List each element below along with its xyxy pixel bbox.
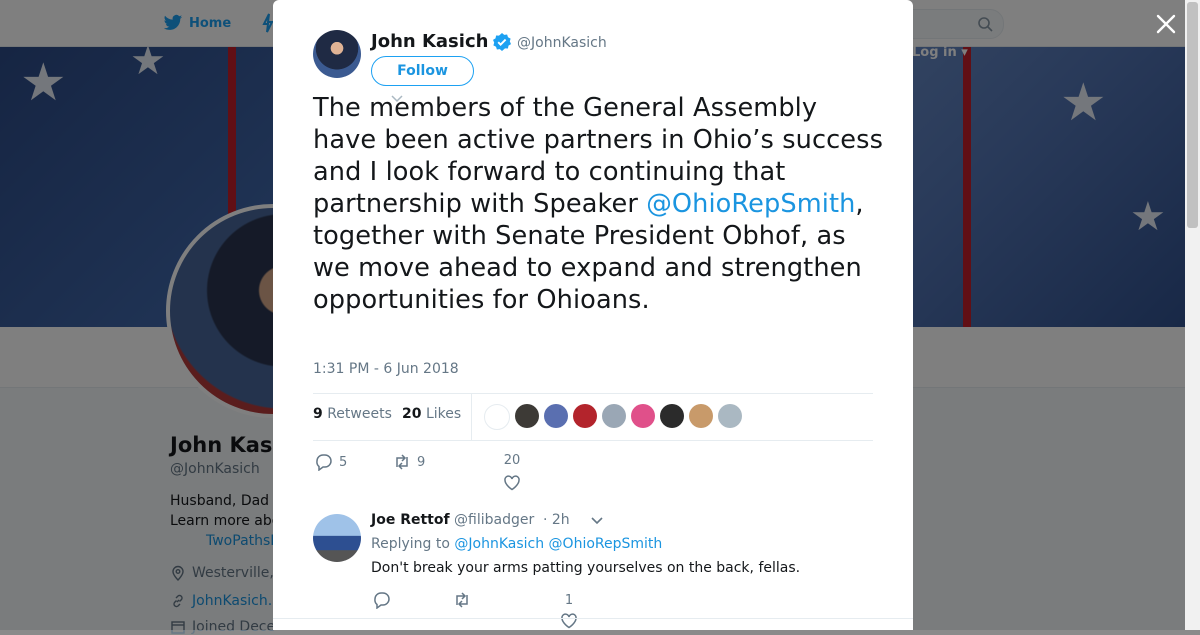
retweet-count: 9 [417,454,426,470]
tweet-modal: John Kasich @JohnKasich Follow The membe… [273,0,913,630]
person-avatar[interactable] [660,404,684,428]
reply-icon [316,454,332,471]
like-stat-label: Likes [425,406,462,422]
tweet-timestamp[interactable]: 1:31 PM - 6 Jun 2018 [313,361,459,377]
retweet-stat[interactable]: 9 Retweets [313,406,392,422]
tweet-author-handle[interactable]: @JohnKasich [517,35,607,51]
reply-icon [374,592,390,609]
person-avatar[interactable] [515,404,539,428]
tweet-menu-caret-icon[interactable] [391,95,403,103]
tweet-author-avatar[interactable] [313,30,361,78]
replying-to: Replying to @JohnKasich @OhioRepSmith [371,536,662,552]
reply-reply-action[interactable] [373,591,391,609]
retweet-stat-count: 9 [313,406,323,422]
person-avatar[interactable] [631,404,655,428]
heart-icon [504,475,520,491]
divider [273,618,913,619]
retweet-stat-label: Retweets [327,406,392,422]
like-action[interactable]: 20 [503,453,521,492]
person-avatar[interactable] [689,404,713,428]
reply-like-action[interactable]: 1 [560,593,578,630]
like-stat[interactable]: 20 Likes [402,406,461,422]
reply-author-handle[interactable]: @filibadger [454,512,534,528]
divider [313,440,873,441]
reply-like-count: 1 [564,593,574,608]
person-avatar[interactable] [573,404,597,428]
chevron-down-icon[interactable] [591,517,603,525]
tweet-text: The members of the General Assembly have… [313,92,885,316]
reply-time[interactable]: · 2h [543,512,570,528]
replying-to-mentions[interactable]: @JohnKasich @OhioRepSmith [454,536,662,552]
verified-badge-icon [493,33,511,51]
divider [313,393,873,394]
person-avatar[interactable] [544,404,568,428]
close-button[interactable] [1155,13,1177,35]
tweet-author-name[interactable]: John Kasich [371,31,488,52]
like-count: 20 [503,453,521,468]
person-avatar[interactable] [602,404,626,428]
retweet-icon [456,592,468,608]
reply-text: Don't break your arms patting yourselves… [371,560,801,576]
reply-count: 5 [339,454,348,470]
divider [471,394,472,440]
reply-author-name[interactable]: Joe Rettof [371,512,450,528]
reply-action[interactable]: 5 [315,453,347,471]
heart-icon [561,613,577,629]
scrollbar-thumb[interactable] [1187,2,1198,228]
like-stat-count: 20 [402,406,422,422]
retweet-action[interactable]: 9 [393,453,425,471]
follow-button[interactable]: Follow [371,56,474,86]
tweet-mention-link[interactable]: @OhioRepSmith [646,189,855,219]
default-avatar[interactable] [718,404,742,428]
reply-author-avatar[interactable] [313,514,361,562]
retweet-icon [396,454,408,470]
liker-avatars [484,404,742,430]
reply-retweet-action[interactable] [453,591,471,609]
replying-to-prefix: Replying to [371,536,455,552]
texans-avatar[interactable] [484,404,510,430]
close-icon [1156,14,1176,34]
